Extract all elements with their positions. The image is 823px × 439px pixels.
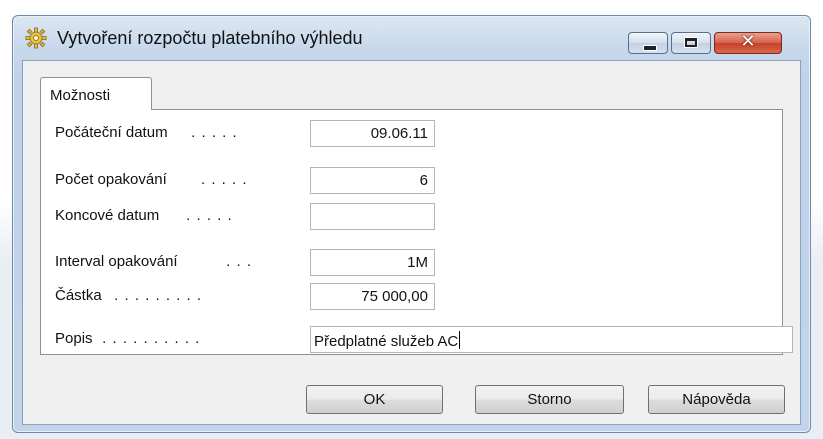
minimize-icon — [643, 45, 657, 51]
dialog-window: Vytvoření rozpočtu platebního výhledu ✕ … — [12, 15, 811, 433]
amount-leader: . . . . . . . . . — [109, 287, 203, 304]
cancel-button[interactable]: Storno — [475, 385, 624, 414]
close-icon: ✕ — [740, 31, 756, 52]
repeat-count-field[interactable]: 6 — [310, 167, 435, 194]
title-bar[interactable]: Vytvoření rozpočtu platebního výhledu ✕ — [13, 16, 810, 60]
maximize-button[interactable] — [671, 32, 711, 54]
text-caret — [459, 331, 461, 349]
repeat-count-label: Počet opakování — [55, 171, 167, 188]
description-label: Popis — [55, 330, 93, 347]
amount-field[interactable]: 75 000,00 — [310, 283, 435, 310]
help-button[interactable]: Nápověda — [648, 385, 785, 414]
gear-icon — [25, 27, 47, 49]
dialog-client-area: Možnosti Počáteční datum . . . . . 09.06… — [22, 60, 801, 425]
description-value: Předplatné služeb AC — [314, 333, 459, 350]
repeat-count-leader: . . . . . — [201, 171, 248, 188]
start-date-leader: . . . . . — [186, 124, 238, 141]
window-title: Vytvoření rozpočtu platebního výhledu — [57, 28, 363, 48]
maximize-icon — [684, 37, 698, 48]
description-leader: . . . . . . . . . . — [97, 330, 201, 347]
end-date-field[interactable] — [310, 203, 435, 230]
end-date-label: Koncové datum — [55, 207, 160, 224]
repeat-interval-leader: . . . — [221, 253, 253, 270]
minimize-button[interactable] — [628, 32, 668, 54]
repeat-interval-field[interactable]: 1M — [310, 249, 435, 276]
end-date-leader: . . . . . — [181, 207, 233, 224]
start-date-label: Počáteční datum — [55, 124, 168, 141]
amount-label: Částka — [55, 287, 102, 304]
options-panel: Počáteční datum . . . . . 09.06.11 Počet… — [40, 109, 793, 355]
start-date-field[interactable]: 09.06.11 — [310, 120, 435, 147]
close-button[interactable]: ✕ — [714, 31, 782, 54]
tab-options-label: Možnosti — [50, 87, 111, 104]
description-field[interactable]: Předplatné služeb AC — [310, 326, 793, 353]
repeat-interval-label: Interval opakování — [55, 253, 178, 270]
ok-button[interactable]: OK — [306, 385, 443, 414]
tab-options[interactable]: Možnosti — [40, 77, 152, 110]
